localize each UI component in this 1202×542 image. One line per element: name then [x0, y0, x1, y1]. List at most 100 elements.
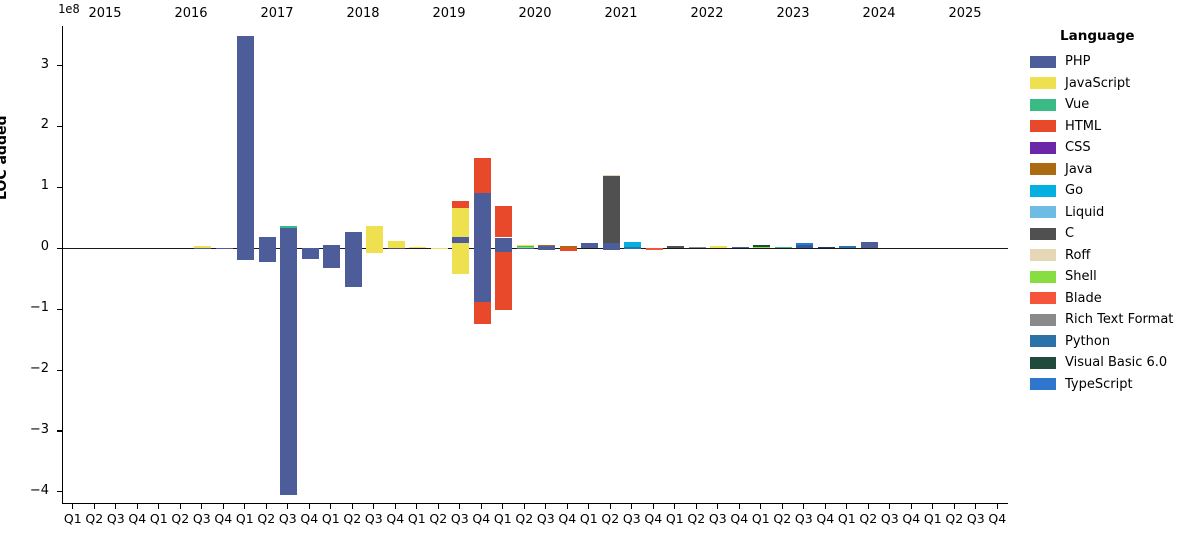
y-tick-mark — [57, 65, 62, 67]
bar-segment — [602, 243, 620, 251]
legend-item-go[interactable]: Go — [1030, 180, 1202, 202]
legend-swatch — [1030, 206, 1056, 219]
y-tick-label: 0 — [40, 239, 49, 255]
x-tick-mark — [179, 504, 181, 509]
bar-segment — [452, 237, 470, 243]
x-tick-mark — [609, 504, 611, 509]
legend-label: JavaScript — [1065, 75, 1131, 91]
legend-swatch — [1030, 120, 1056, 133]
legend-item-php[interactable]: PHP — [1030, 51, 1202, 73]
legend-item-java[interactable]: Java — [1030, 159, 1202, 181]
year-axis: 2015 2016 2017 2018 2019 2020 2021 2022 2023 2024… — [62, 0, 1008, 26]
legend-item-html[interactable]: HTML — [1030, 116, 1202, 138]
x-tick-mark — [738, 504, 740, 509]
year-label: 2019 — [432, 6, 466, 21]
legend-item-rich-text-format[interactable]: Rich Text Format — [1030, 309, 1202, 331]
year-label: 2020 — [518, 6, 552, 21]
x-tick-label: Q3 — [708, 511, 727, 526]
x-tick-mark — [136, 504, 138, 509]
year-label: 2018 — [346, 6, 380, 21]
legend-label: Blade — [1065, 290, 1102, 306]
x-tick-label: Q4 — [558, 511, 577, 526]
legend-label: Java — [1065, 161, 1093, 177]
x-tick-label: Q4 — [902, 511, 921, 526]
legend-title: Language — [1060, 28, 1135, 44]
x-tick-mark — [394, 504, 396, 509]
legend-item-vue[interactable]: Vue — [1030, 94, 1202, 116]
legend-item-liquid[interactable]: Liquid — [1030, 202, 1202, 224]
x-tick-label: Q1 — [837, 511, 856, 526]
x-tick-mark — [996, 504, 998, 509]
bar-segment — [387, 248, 405, 250]
x-tick-label: Q1 — [751, 511, 770, 526]
legend-item-visual-basic-6-0[interactable]: Visual Basic 6.0 — [1030, 352, 1202, 374]
legend-label: Shell — [1065, 269, 1097, 285]
y-tick-label: 3 — [40, 56, 49, 72]
bar-segment — [645, 247, 663, 251]
bar-segment — [280, 226, 298, 229]
legend-swatch — [1030, 98, 1056, 111]
x-tick-mark — [975, 504, 977, 509]
x-tick-label: Q4 — [816, 511, 835, 526]
x-tick-mark — [244, 504, 246, 509]
legend-label: CSS — [1065, 140, 1091, 156]
legend-swatch — [1030, 378, 1056, 391]
legend-swatch — [1030, 227, 1056, 240]
legend-item-css[interactable]: CSS — [1030, 137, 1202, 159]
legend-item-python[interactable]: Python — [1030, 331, 1202, 353]
x-tick-label: Q3 — [278, 511, 297, 526]
x-tick-mark — [93, 504, 95, 509]
x-tick-mark — [351, 504, 353, 509]
x-tick-label: Q1 — [63, 511, 82, 526]
x-tick-mark — [824, 504, 826, 509]
y-axis-title: LOC added — [0, 115, 10, 200]
legend-item-blade[interactable]: Blade — [1030, 288, 1202, 310]
legend-label: Vue — [1065, 97, 1090, 113]
legend-label: Liquid — [1065, 204, 1105, 220]
bar-segment — [731, 246, 749, 249]
bar-segment — [387, 241, 405, 249]
x-tick-label: Q1 — [665, 511, 684, 526]
bar-segment — [602, 175, 620, 244]
bar-segment — [688, 247, 706, 249]
legend-swatch — [1030, 313, 1056, 326]
legend-item-roff[interactable]: Roff — [1030, 245, 1202, 267]
legend-swatch — [1030, 184, 1056, 197]
x-tick-label: Q2 — [429, 511, 448, 526]
bar-segment — [473, 302, 491, 325]
legend-item-shell[interactable]: Shell — [1030, 266, 1202, 288]
bar-segment — [667, 245, 685, 249]
x-tick-mark — [523, 504, 525, 509]
legend-item-typescript[interactable]: TypeScript — [1030, 374, 1202, 396]
x-tick-label: Q1 — [235, 511, 254, 526]
legend-item-c[interactable]: C — [1030, 223, 1202, 245]
bar-segment — [409, 247, 427, 249]
x-tick-mark — [803, 504, 805, 509]
x-tick-mark — [781, 504, 783, 509]
bar-segment — [495, 205, 513, 238]
bar-segment — [817, 246, 835, 249]
x-tick-mark — [373, 504, 375, 509]
bar-segment — [258, 237, 276, 262]
x-tick-mark — [674, 504, 676, 509]
x-tick-label: Q1 — [923, 511, 942, 526]
y-tick-mark — [57, 369, 62, 371]
x-tick-label: Q4 — [128, 511, 147, 526]
x-tick-mark — [867, 504, 869, 509]
x-tick-label: Q4 — [472, 511, 491, 526]
x-tick-mark — [717, 504, 719, 509]
y-tick-label: 2 — [40, 117, 49, 133]
bar-segment — [344, 232, 362, 287]
legend-item-javascript[interactable]: JavaScript — [1030, 73, 1202, 95]
bar-segment — [194, 248, 212, 250]
x-tick-mark — [932, 504, 934, 509]
x-tick-label: Q4 — [214, 511, 233, 526]
y-tick-mark — [57, 247, 62, 249]
legend-label: Visual Basic 6.0 — [1065, 355, 1168, 371]
bar-segment — [602, 174, 620, 176]
year-label: 2023 — [776, 6, 810, 21]
bar-segment — [301, 248, 319, 259]
x-tick-label: Q3 — [536, 511, 555, 526]
x-tick-mark — [695, 504, 697, 509]
bar-segment — [753, 245, 771, 247]
